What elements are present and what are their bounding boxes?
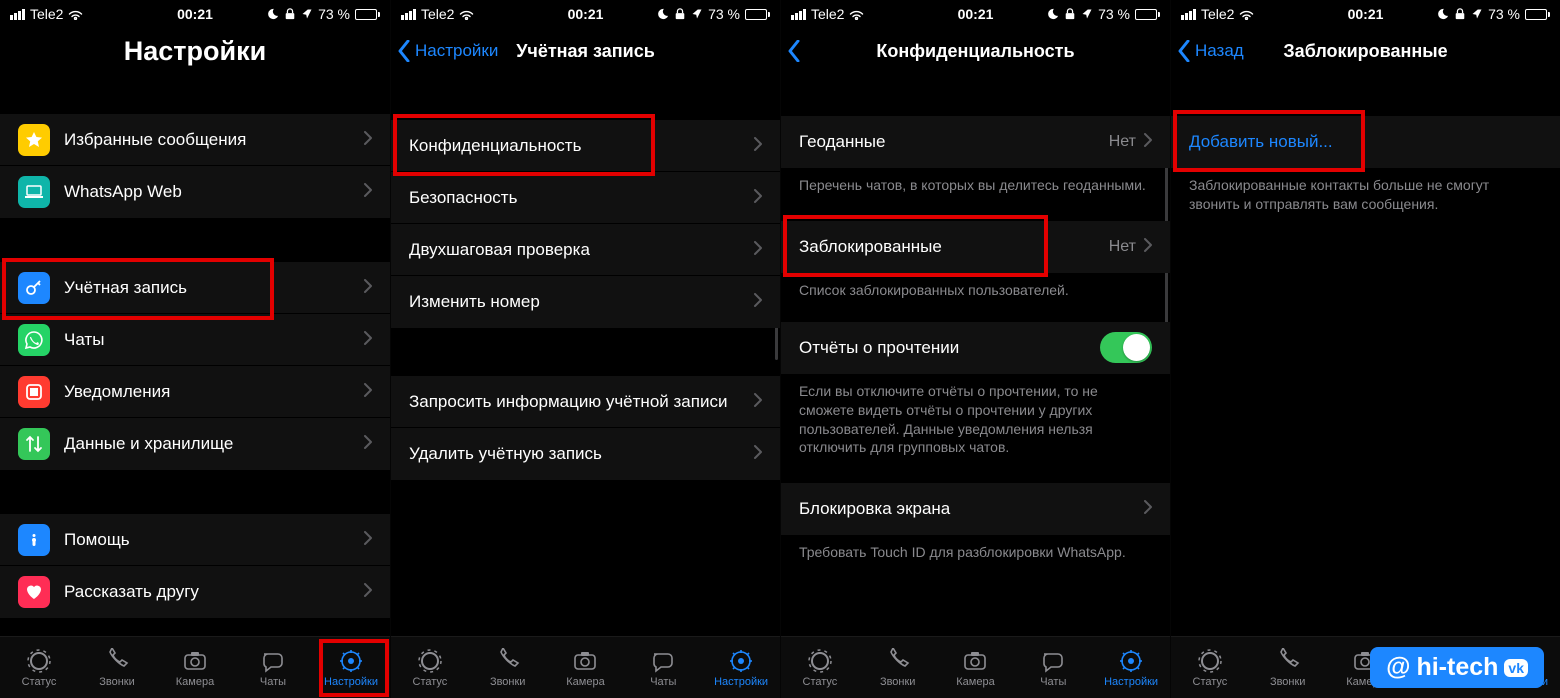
chevron-right-icon bbox=[754, 188, 762, 208]
row-value: Нет bbox=[1109, 238, 1136, 256]
chevron-right-icon bbox=[364, 182, 372, 202]
note-receipts: Если вы отключите отчёты о прочтении, то… bbox=[781, 374, 1170, 458]
notification-icon bbox=[18, 376, 50, 408]
row-delete-account[interactable]: Удалить учётную запись bbox=[391, 428, 780, 480]
chevron-right-icon bbox=[364, 434, 372, 454]
tab-calls[interactable]: Звонки bbox=[78, 637, 156, 698]
status-bar: Tele2 00:21 73 % bbox=[391, 0, 780, 28]
screen-settings: Tele2 00:21 73 % Настройки Избранные соо… bbox=[0, 0, 390, 698]
row-data-storage[interactable]: Данные и хранилище bbox=[0, 418, 390, 470]
laptop-icon bbox=[18, 176, 50, 208]
row-security[interactable]: Безопасность bbox=[391, 172, 780, 224]
page-title: Конфиденциальность bbox=[876, 41, 1074, 62]
chevron-right-icon bbox=[1144, 499, 1152, 519]
tab-status[interactable]: Статус bbox=[391, 637, 469, 698]
chevron-right-icon bbox=[1144, 132, 1152, 152]
note-lock: Требовать Touch ID для разблокировки Wha… bbox=[781, 535, 1170, 562]
status-bar: Tele2 00:21 73 % bbox=[781, 0, 1170, 28]
battery-icon bbox=[355, 9, 380, 20]
tab-calls[interactable]: Звонки bbox=[469, 637, 547, 698]
row-request-info[interactable]: Запросить информацию учётной записи bbox=[391, 376, 780, 428]
row-account[interactable]: Учётная запись bbox=[0, 262, 390, 314]
screen-account: Tele2 00:21 73 % Настройки Учётная запис… bbox=[390, 0, 780, 698]
tab-chats[interactable]: Чаты bbox=[234, 637, 312, 698]
chevron-right-icon bbox=[1144, 237, 1152, 257]
screen-privacy: Tele2 00:21 73 % Конфиденциальность Геод… bbox=[780, 0, 1170, 698]
row-tell-friend[interactable]: Рассказать другу bbox=[0, 566, 390, 618]
row-starred[interactable]: Избранные сообщения bbox=[0, 114, 390, 166]
row-screen-lock[interactable]: Блокировка экрана bbox=[781, 483, 1170, 535]
key-icon bbox=[18, 272, 50, 304]
chevron-right-icon bbox=[364, 582, 372, 602]
heart-icon bbox=[18, 576, 50, 608]
read-receipts-switch[interactable] bbox=[1100, 332, 1152, 363]
nav-header: Настройки bbox=[0, 28, 390, 74]
status-bar: Tele2 00:21 73 % bbox=[1171, 0, 1560, 28]
chevron-right-icon bbox=[364, 130, 372, 150]
tab-calls[interactable]: Звонки bbox=[859, 637, 937, 698]
chevron-right-icon bbox=[364, 530, 372, 550]
chevron-right-icon bbox=[364, 330, 372, 350]
whatsapp-icon bbox=[18, 324, 50, 356]
chevron-right-icon bbox=[754, 292, 762, 312]
nav-header: Настройки Учётная запись bbox=[391, 28, 780, 74]
star-icon bbox=[18, 124, 50, 156]
tab-settings[interactable]: Настройки bbox=[312, 637, 390, 698]
nav-header: Конфиденциальность bbox=[781, 28, 1170, 74]
tab-bar: Статус Звонки Камера Чаты Настройки bbox=[391, 636, 780, 698]
tab-camera[interactable]: Камера bbox=[156, 637, 234, 698]
row-live-location[interactable]: Геоданные Нет bbox=[781, 116, 1170, 168]
row-privacy[interactable]: Конфиденциальность bbox=[391, 120, 780, 172]
page-title: Заблокированные bbox=[1283, 41, 1447, 62]
row-two-step[interactable]: Двухшаговая проверка bbox=[391, 224, 780, 276]
info-icon bbox=[18, 524, 50, 556]
watermark: @hi-techvk bbox=[1370, 647, 1544, 688]
row-notifications[interactable]: Уведомления bbox=[0, 366, 390, 418]
chevron-right-icon bbox=[754, 136, 762, 156]
note-blocked: Список заблокированных пользователей. bbox=[781, 273, 1170, 300]
note-geo: Перечень чатов, в которых вы делитесь ге… bbox=[781, 168, 1170, 195]
tab-status[interactable]: Статус bbox=[1171, 637, 1249, 698]
row-add-new[interactable]: Добавить новый... bbox=[1171, 116, 1560, 168]
tab-status[interactable]: Статус bbox=[0, 637, 78, 698]
row-change-number[interactable]: Изменить номер bbox=[391, 276, 780, 328]
chevron-right-icon bbox=[754, 240, 762, 260]
tab-settings[interactable]: Настройки bbox=[702, 637, 780, 698]
chevron-right-icon bbox=[364, 278, 372, 298]
screen-blocked: Tele2 00:21 73 % Назад Заблокированные Д… bbox=[1170, 0, 1560, 698]
row-chats[interactable]: Чаты bbox=[0, 314, 390, 366]
row-help[interactable]: Помощь bbox=[0, 514, 390, 566]
row-whatsapp-web[interactable]: WhatsApp Web bbox=[0, 166, 390, 218]
back-button[interactable] bbox=[787, 40, 805, 62]
back-button[interactable]: Назад bbox=[1177, 40, 1244, 62]
data-icon bbox=[18, 428, 50, 460]
chevron-right-icon bbox=[754, 444, 762, 464]
tab-chats[interactable]: Чаты bbox=[624, 637, 702, 698]
tab-settings[interactable]: Настройки bbox=[1092, 637, 1170, 698]
clock: 00:21 bbox=[0, 6, 390, 22]
tab-chats[interactable]: Чаты bbox=[1014, 637, 1092, 698]
row-blocked[interactable]: Заблокированные Нет bbox=[781, 221, 1170, 273]
tab-bar: Статус Звонки Камера Чаты Настройки bbox=[0, 636, 390, 698]
back-button[interactable]: Настройки bbox=[397, 40, 498, 62]
page-title: Настройки bbox=[124, 36, 266, 67]
tab-bar: Статус Звонки Камера Чаты Настройки bbox=[781, 636, 1170, 698]
page-title: Учётная запись bbox=[516, 41, 655, 62]
tab-calls[interactable]: Звонки bbox=[1249, 637, 1327, 698]
tab-status[interactable]: Статус bbox=[781, 637, 859, 698]
chevron-right-icon bbox=[364, 382, 372, 402]
nav-header: Назад Заблокированные bbox=[1171, 28, 1560, 74]
status-bar: Tele2 00:21 73 % bbox=[0, 0, 390, 28]
tab-camera[interactable]: Камера bbox=[937, 637, 1015, 698]
tab-camera[interactable]: Камера bbox=[547, 637, 625, 698]
row-read-receipts[interactable]: Отчёты о прочтении bbox=[781, 322, 1170, 374]
note-blocked-desc: Заблокированные контакты больше не смогу… bbox=[1171, 168, 1560, 214]
row-value: Нет bbox=[1109, 133, 1136, 151]
chevron-right-icon bbox=[754, 392, 762, 412]
